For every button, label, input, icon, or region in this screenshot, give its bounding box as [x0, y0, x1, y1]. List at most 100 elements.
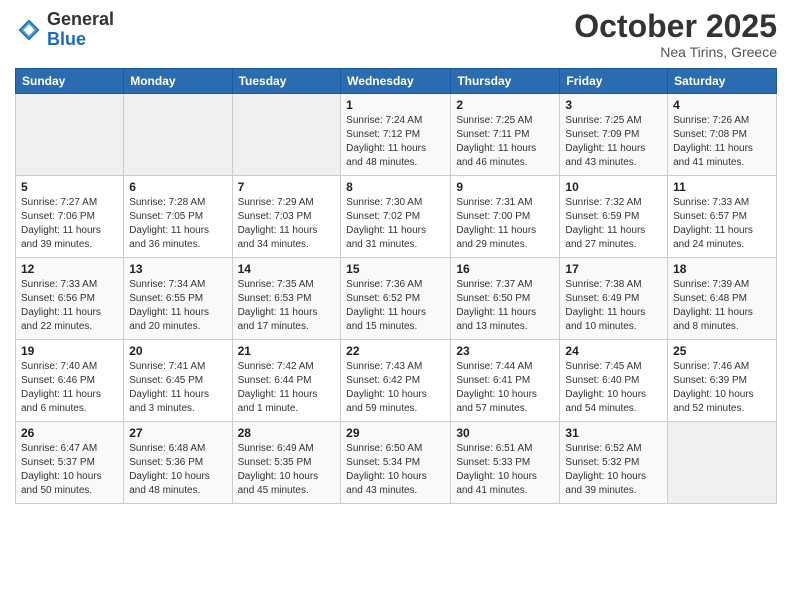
day-info: Sunrise: 7:31 AMSunset: 7:00 PMDaylight:…	[456, 196, 554, 252]
day-info: Sunrise: 7:34 AMSunset: 6:55 PMDaylight:…	[129, 278, 226, 334]
day-cell-2-4: 16Sunrise: 7:37 AMSunset: 6:50 PMDayligh…	[451, 258, 560, 340]
day-info: Sunrise: 7:40 AMSunset: 6:46 PMDaylight:…	[21, 360, 118, 416]
day-cell-4-4: 30 Sunrise: 6:51 AMSunset: 5:33 PMDayligh…	[451, 422, 560, 504]
day-number: 26	[21, 426, 118, 440]
location: Nea Tirins, Greece	[574, 44, 777, 60]
day-number: 8	[346, 180, 445, 194]
day-info: Sunrise: 7:41 AMSunset: 6:45 PMDaylight:…	[129, 360, 226, 416]
day-info: Sunrise: 7:33 AMSunset: 6:56 PMDaylight:…	[21, 278, 118, 334]
title-block: October 2025 Nea Tirins, Greece	[574, 10, 777, 60]
day-info: Sunrise: 6:50 AMSunset: 5:34 PMDaylight:…	[346, 442, 445, 498]
day-number: 23	[456, 344, 554, 358]
day-cell-3-4: 23 Sunrise: 7:44 AMSunset: 6:41 PMDayligh…	[451, 340, 560, 422]
day-info: Sunrise: 7:35 AMSunset: 6:53 PMDaylight:…	[238, 278, 336, 334]
week-row-3: 19 Sunrise: 7:40 AMSunset: 6:46 PMDayligh…	[16, 340, 777, 422]
day-number: 5	[21, 180, 118, 194]
day-cell-3-1: 20 Sunrise: 7:41 AMSunset: 6:45 PMDayligh…	[124, 340, 232, 422]
calendar: Sunday Monday Tuesday Wednesday Thursday…	[15, 68, 777, 504]
day-number: 3	[565, 98, 662, 112]
day-number: 14	[238, 262, 336, 276]
day-cell-0-6: 4 Sunrise: 7:26 AMSunset: 7:08 PMDaylight…	[668, 94, 777, 176]
day-info: Sunrise: 7:42 AMSunset: 6:44 PMDaylight:…	[238, 360, 336, 416]
day-number: 18	[673, 262, 771, 276]
day-info: Sunrise: 7:26 AMSunset: 7:08 PMDaylight:…	[673, 114, 771, 170]
day-cell-0-4: 2 Sunrise: 7:25 AMSunset: 7:11 PMDaylight…	[451, 94, 560, 176]
header-tuesday: Tuesday	[232, 69, 341, 94]
day-number: 20	[129, 344, 226, 358]
day-cell-0-3: 1 Sunrise: 7:24 AMSunset: 7:12 PMDaylight…	[341, 94, 451, 176]
week-row-1: 5 Sunrise: 7:27 AMSunset: 7:06 PMDaylight…	[16, 176, 777, 258]
day-info: Sunrise: 7:44 AMSunset: 6:41 PMDaylight:…	[456, 360, 554, 416]
day-cell-0-1	[124, 94, 232, 176]
day-info: Sunrise: 6:47 AMSunset: 5:37 PMDaylight:…	[21, 442, 118, 498]
day-number: 29	[346, 426, 445, 440]
day-cell-1-6: 11Sunrise: 7:33 AMSunset: 6:57 PMDayligh…	[668, 176, 777, 258]
day-number: 15	[346, 262, 445, 276]
day-info: Sunrise: 7:38 AMSunset: 6:49 PMDaylight:…	[565, 278, 662, 334]
week-row-2: 12 Sunrise: 7:33 AMSunset: 6:56 PMDayligh…	[16, 258, 777, 340]
day-cell-0-0	[16, 94, 124, 176]
day-info: Sunrise: 7:36 AMSunset: 6:52 PMDaylight:…	[346, 278, 445, 334]
week-row-4: 26 Sunrise: 6:47 AMSunset: 5:37 PMDayligh…	[16, 422, 777, 504]
day-cell-2-2: 14 Sunrise: 7:35 AMSunset: 6:53 PMDayligh…	[232, 258, 341, 340]
logo-general: General	[47, 10, 114, 30]
day-info: Sunrise: 7:27 AMSunset: 7:06 PMDaylight:…	[21, 196, 118, 252]
day-number: 31	[565, 426, 662, 440]
header-sunday: Sunday	[16, 69, 124, 94]
day-cell-2-1: 13 Sunrise: 7:34 AMSunset: 6:55 PMDayligh…	[124, 258, 232, 340]
day-number: 7	[238, 180, 336, 194]
logo-icon	[15, 16, 43, 44]
day-cell-3-2: 21 Sunrise: 7:42 AMSunset: 6:44 PMDayligh…	[232, 340, 341, 422]
day-cell-4-6	[668, 422, 777, 504]
day-info: Sunrise: 6:48 AMSunset: 5:36 PMDaylight:…	[129, 442, 226, 498]
day-cell-0-5: 3 Sunrise: 7:25 AMSunset: 7:09 PMDaylight…	[560, 94, 668, 176]
day-info: Sunrise: 7:39 AMSunset: 6:48 PMDaylight:…	[673, 278, 771, 334]
day-cell-2-5: 17 Sunrise: 7:38 AMSunset: 6:49 PMDayligh…	[560, 258, 668, 340]
day-number: 17	[565, 262, 662, 276]
header-saturday: Saturday	[668, 69, 777, 94]
day-info: Sunrise: 6:52 AMSunset: 5:32 PMDaylight:…	[565, 442, 662, 498]
day-number: 10	[565, 180, 662, 194]
day-cell-2-3: 15 Sunrise: 7:36 AMSunset: 6:52 PMDayligh…	[341, 258, 451, 340]
week-row-0: 1 Sunrise: 7:24 AMSunset: 7:12 PMDaylight…	[16, 94, 777, 176]
day-info: Sunrise: 6:49 AMSunset: 5:35 PMDaylight:…	[238, 442, 336, 498]
day-cell-1-3: 8 Sunrise: 7:30 AMSunset: 7:02 PMDaylight…	[341, 176, 451, 258]
day-cell-4-3: 29 Sunrise: 6:50 AMSunset: 5:34 PMDayligh…	[341, 422, 451, 504]
day-info: Sunrise: 7:43 AMSunset: 6:42 PMDaylight:…	[346, 360, 445, 416]
day-number: 28	[238, 426, 336, 440]
day-cell-4-5: 31 Sunrise: 6:52 AMSunset: 5:32 PMDayligh…	[560, 422, 668, 504]
day-number: 19	[21, 344, 118, 358]
day-cell-1-4: 9 Sunrise: 7:31 AMSunset: 7:00 PMDaylight…	[451, 176, 560, 258]
day-number: 30	[456, 426, 554, 440]
header: General Blue October 2025 Nea Tirins, Gr…	[15, 10, 777, 60]
day-number: 21	[238, 344, 336, 358]
header-monday: Monday	[124, 69, 232, 94]
logo-blue: Blue	[47, 30, 114, 50]
logo-text: General Blue	[47, 10, 114, 50]
logo: General Blue	[15, 10, 114, 50]
day-number: 11	[673, 180, 771, 194]
day-number: 2	[456, 98, 554, 112]
header-wednesday: Wednesday	[341, 69, 451, 94]
day-info: Sunrise: 6:51 AMSunset: 5:33 PMDaylight:…	[456, 442, 554, 498]
day-number: 9	[456, 180, 554, 194]
day-info: Sunrise: 7:37 AMSunset: 6:50 PMDaylight:…	[456, 278, 554, 334]
weekday-header-row: Sunday Monday Tuesday Wednesday Thursday…	[16, 69, 777, 94]
day-number: 25	[673, 344, 771, 358]
day-number: 24	[565, 344, 662, 358]
day-number: 12	[21, 262, 118, 276]
day-info: Sunrise: 7:32 AMSunset: 6:59 PMDaylight:…	[565, 196, 662, 252]
header-friday: Friday	[560, 69, 668, 94]
day-info: Sunrise: 7:24 AMSunset: 7:12 PMDaylight:…	[346, 114, 445, 170]
day-number: 6	[129, 180, 226, 194]
day-info: Sunrise: 7:30 AMSunset: 7:02 PMDaylight:…	[346, 196, 445, 252]
day-number: 1	[346, 98, 445, 112]
day-info: Sunrise: 7:46 AMSunset: 6:39 PMDaylight:…	[673, 360, 771, 416]
day-cell-3-0: 19 Sunrise: 7:40 AMSunset: 6:46 PMDayligh…	[16, 340, 124, 422]
day-cell-1-2: 7Sunrise: 7:29 AMSunset: 7:03 PMDaylight…	[232, 176, 341, 258]
day-number: 4	[673, 98, 771, 112]
day-info: Sunrise: 7:25 AMSunset: 7:09 PMDaylight:…	[565, 114, 662, 170]
day-info: Sunrise: 7:25 AMSunset: 7:11 PMDaylight:…	[456, 114, 554, 170]
day-cell-1-0: 5 Sunrise: 7:27 AMSunset: 7:06 PMDaylight…	[16, 176, 124, 258]
day-number: 13	[129, 262, 226, 276]
